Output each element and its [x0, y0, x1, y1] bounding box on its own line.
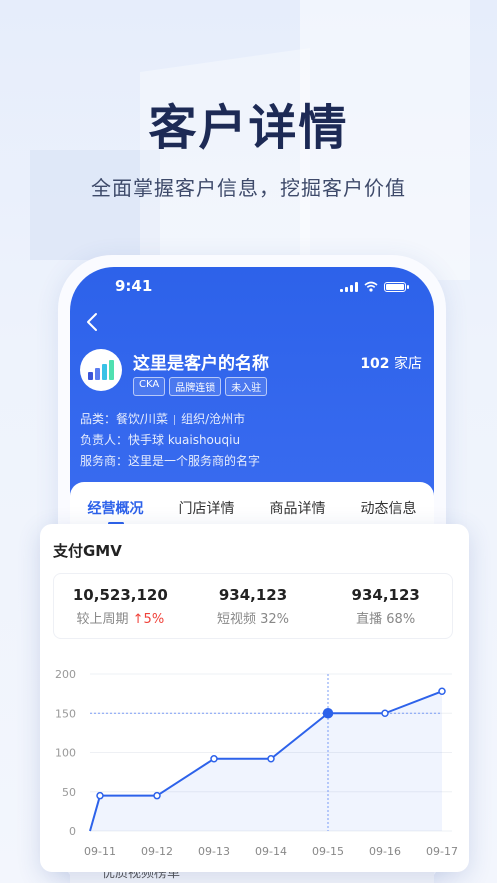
stat-label: 直播 68% — [356, 612, 416, 627]
tag: 未入驻 — [225, 377, 268, 396]
stat-value: 10,523,120 — [72, 586, 168, 604]
customer-tags: CKA 品牌连锁 未入驻 — [133, 377, 268, 396]
status-icons — [340, 281, 409, 292]
store-count-unit: 家店 — [394, 356, 422, 372]
y-tick-label: 50 — [62, 786, 76, 799]
tag: CKA — [133, 377, 166, 396]
hero-subtitle: 全面掌握客户信息，挖掘客户价值 — [91, 176, 406, 200]
owner-value: 快手球 kuaishouqiu — [128, 433, 241, 447]
stats-box: 10,523,120 较上周期 ↑5% 934,123 短视频 32% 934,… — [53, 573, 453, 639]
signal-icon — [340, 281, 358, 292]
stat-delta: 5% — [143, 612, 165, 627]
data-point — [153, 791, 161, 800]
x-tick-label: 09-16 — [369, 845, 401, 858]
provider-line: 服务商：这里是一个服务商的名字 — [80, 452, 260, 469]
status-time: 9:41 — [115, 277, 153, 295]
category-label: 品类： — [80, 412, 117, 426]
card-title: 支付GMV — [53, 542, 122, 560]
owner-line: 负责人：快手球 kuaishouqiu — [80, 431, 240, 448]
org-value: 组织/沧州市 — [181, 412, 246, 426]
chevron-left-icon — [87, 313, 97, 331]
arrow-up-icon: ↑ — [132, 612, 144, 627]
x-tick-label: 09-15 — [312, 845, 344, 858]
bar-chart-logo-icon — [88, 360, 114, 380]
provider-value: 这里是一个服务商的名字 — [128, 454, 261, 468]
y-tick-label: 100 — [55, 747, 76, 760]
provider-label: 服务商： — [80, 454, 129, 468]
owner-label: 负责人： — [80, 433, 129, 447]
gmv-card: 支付GMV 10,523,120 较上周期 ↑5% 934,123 短视频 32… — [40, 524, 469, 872]
x-tick-label: 09-14 — [255, 845, 287, 858]
stat-value: 934,123 — [351, 586, 420, 604]
stat-total: 10,523,120 较上周期 ↑5% — [54, 574, 187, 638]
stat-label: 较上周期 ↑5% — [54, 608, 187, 627]
data-point — [438, 687, 446, 696]
y-tick-label: 200 — [55, 668, 76, 681]
stat-label: 短视频 32% — [216, 612, 290, 627]
data-point — [381, 709, 389, 717]
tag: 品牌连锁 — [169, 377, 222, 396]
highlight-point — [322, 708, 334, 719]
data-point — [210, 755, 218, 763]
back-button[interactable] — [86, 311, 98, 337]
category-line: 品类：餐饮/川菜 组织/沧州市 — [80, 410, 245, 427]
wifi-icon — [364, 281, 378, 292]
gmv-line-chart: 0 50 100 150 200 09-11 09-12 09-13 09-14 09-15 09-… — [55, 668, 458, 858]
store-count: 102 家店 — [360, 353, 422, 373]
x-tick-label: 09-17 — [426, 845, 458, 858]
x-tick-label: 09-12 — [141, 845, 173, 858]
hero-title: 客户详情 — [148, 100, 349, 156]
store-count-value: 102 — [360, 356, 390, 372]
customer-logo — [80, 349, 122, 391]
data-point — [96, 791, 104, 800]
stat-compare-label: 较上周期 — [76, 612, 129, 627]
x-tick-label: 09-13 — [198, 845, 230, 858]
divider — [174, 414, 176, 425]
y-tick-label: 150 — [55, 707, 76, 720]
category-value: 餐饮/川菜 — [116, 412, 169, 426]
data-point — [267, 755, 275, 763]
battery-icon — [384, 281, 409, 292]
stat-value: 934,123 — [218, 586, 288, 604]
stat-short-video: 934,123 短视频 32% — [187, 574, 320, 638]
x-tick-label: 09-11 — [84, 845, 116, 858]
stat-live: 934,123 直播 68% — [319, 574, 452, 638]
y-tick-label: 0 — [69, 825, 76, 838]
customer-name: 这里是客户的名称 — [133, 354, 269, 374]
